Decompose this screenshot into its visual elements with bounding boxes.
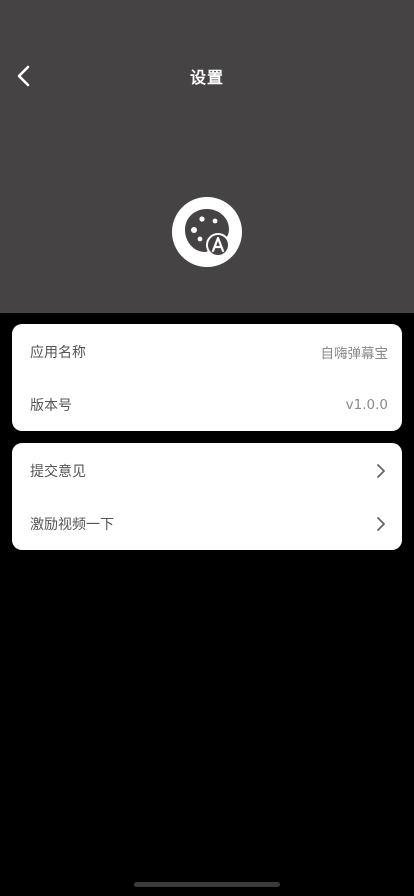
chevron-right-icon [376,516,388,532]
app-logo [172,197,242,267]
app-info-card: 应用名称 自嗨弹幕宝 版本号 v1.0.0 [12,324,402,431]
app-name-row: 应用名称 自嗨弹幕宝 [12,325,402,378]
actions-card: 提交意见 激励视频一下 [12,443,402,550]
app-name-value: 自嗨弹幕宝 [320,345,389,362]
reward-video-row[interactable]: 激励视频一下 [12,497,402,550]
reward-video-label: 激励视频一下 [30,516,114,533]
header: 设置 [0,0,414,313]
feedback-row[interactable]: 提交意见 [12,444,402,497]
version-row: 版本号 v1.0.0 [12,378,402,431]
version-label: 版本号 [30,397,72,414]
app-name-label: 应用名称 [30,344,86,361]
home-indicator [134,882,280,887]
page-title: 设置 [189,68,224,87]
feedback-label: 提交意见 [30,463,86,480]
chevron-right-icon [376,463,388,479]
version-value: v1.0.0 [345,396,388,413]
